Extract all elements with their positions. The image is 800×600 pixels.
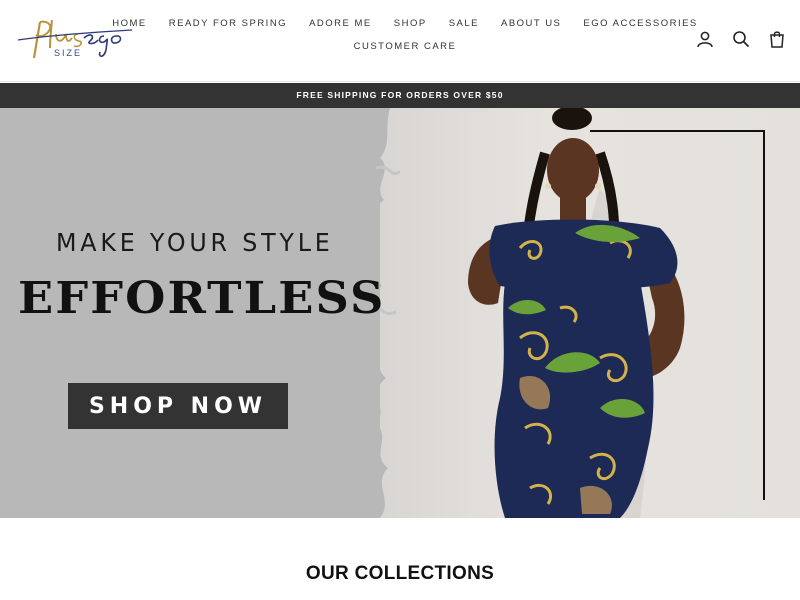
shop-now-button[interactable]: SHOP NOW (68, 383, 288, 429)
header-icons (696, 30, 786, 48)
hero-title: EFFORTLESS (18, 273, 386, 324)
nav-link-ready-for-spring[interactable]: READY FOR SPRING (158, 18, 298, 29)
nav-row-secondary: CUSTOMER CARE (140, 41, 670, 52)
announcement-bar: FREE SHIPPING FOR ORDERS OVER $50 (0, 83, 800, 108)
nav-link-adore-me[interactable]: ADORE ME (298, 18, 383, 29)
nav-link-shop[interactable]: SHOP (383, 18, 438, 29)
nav-link-sale[interactable]: SALE (438, 18, 490, 29)
cart-icon[interactable] (768, 30, 786, 48)
main-navigation: HOME READY FOR SPRING ADORE ME SHOP SALE… (112, 18, 696, 64)
nav-row-primary: HOME READY FOR SPRING ADORE ME SHOP SALE… (112, 18, 696, 29)
logo-size-text: SIZE (54, 48, 83, 58)
nav-link-ego-accessories[interactable]: EGO ACCESSORIES (572, 18, 708, 29)
hero-banner: MAKE YOUR STYLE EFFORTLESS SHOP NOW (0, 108, 800, 518)
search-icon[interactable] (732, 30, 750, 48)
collections-heading: OUR COLLECTIONS (305, 563, 495, 584)
nav-link-home[interactable]: HOME (101, 18, 158, 29)
nav-link-about-us[interactable]: ABOUT US (490, 18, 572, 29)
nav-link-customer-care[interactable]: CUSTOMER CARE (343, 41, 468, 52)
account-icon[interactable] (696, 30, 714, 48)
hero-subtitle: MAKE YOUR STYLE (56, 228, 334, 257)
site-header: SIZE HOME READY FOR SPRING ADORE ME SHOP… (0, 0, 800, 82)
